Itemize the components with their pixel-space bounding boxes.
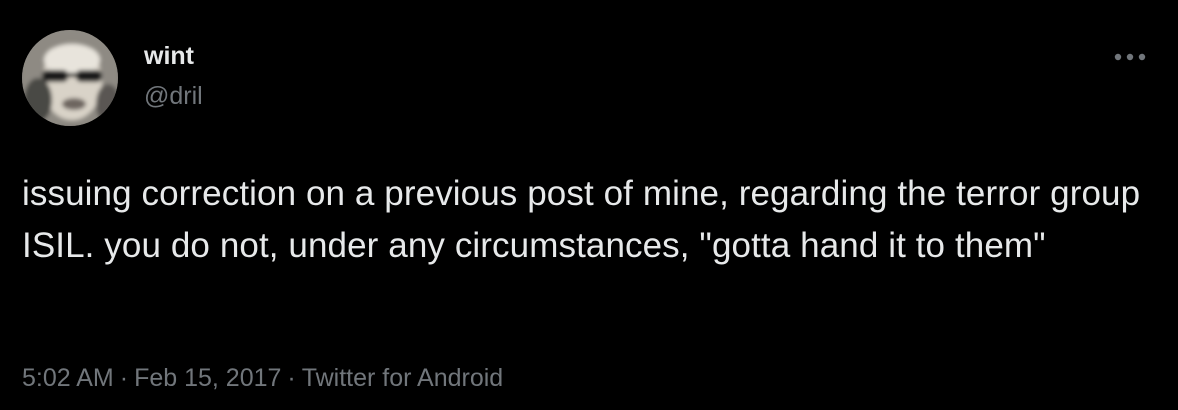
tweet-text: issuing correction on a previous post of… [22,174,1141,265]
meta-separator: · [287,364,296,392]
display-name[interactable]: wint [144,40,194,72]
more-options-button[interactable] [1108,42,1152,72]
tweet-metadata: 5:02 AM · Feb 15, 2017 · Twitter for Android [22,362,503,394]
meta-separator: · [119,364,129,392]
tweet-date[interactable]: Feb 15, 2017 [134,364,281,392]
avatar[interactable] [22,30,118,126]
tweet-card: wint @dril issuing correction on a previ… [0,0,1178,410]
tweet-time[interactable]: 5:02 AM [22,364,114,392]
user-handle[interactable]: @dril [144,80,203,112]
tweet-source[interactable]: Twitter for Android [302,364,503,392]
avatar-photo-icon [22,30,118,126]
more-horizontal-icon [1114,53,1146,61]
